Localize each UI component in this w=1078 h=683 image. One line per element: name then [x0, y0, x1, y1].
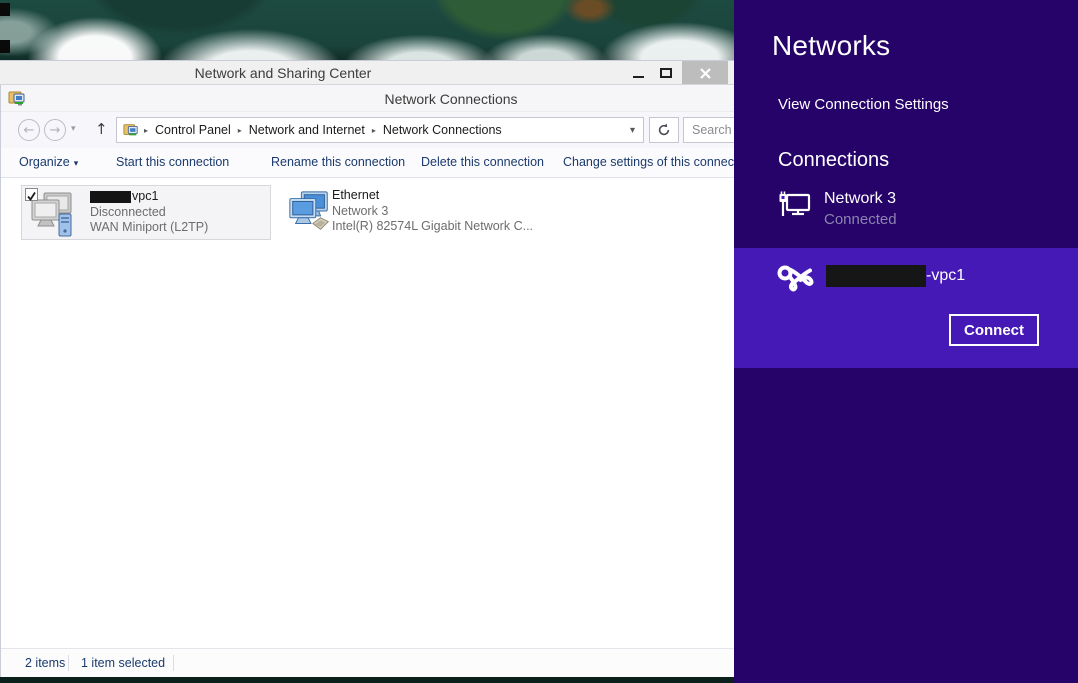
window-title: Network Connections	[384, 91, 517, 107]
breadcrumb-control-panel[interactable]: Control Panel	[153, 123, 233, 137]
minimize-icon	[633, 76, 644, 78]
wired-network-icon	[778, 190, 812, 222]
network-sharing-center-titlebar: Network and Sharing Center	[0, 60, 734, 85]
window-title: Network and Sharing Center	[195, 65, 372, 81]
connection-device: Intel(R) 82574L Gigabit Network C...	[332, 219, 533, 235]
address-location-icon	[123, 122, 139, 138]
vpn-name: -vpc1	[926, 267, 965, 285]
close-icon	[699, 67, 712, 80]
connect-button[interactable]: Connect	[949, 314, 1039, 346]
address-bar[interactable]: ▸ Control Panel ▸ Network and Internet ▸…	[116, 117, 644, 143]
ethernet-monitors-icon	[286, 188, 334, 236]
items-count: 2 items	[25, 656, 65, 670]
back-button[interactable]: ←	[18, 119, 40, 141]
status-divider	[68, 655, 69, 671]
network-connections-window: Network Connections ← → ▾ ↑ ▸ Control Pa…	[0, 85, 734, 677]
organize-button[interactable]: Organize▾	[19, 155, 78, 169]
address-dropdown-chevron-icon[interactable]: ▾	[630, 125, 635, 136]
search-box	[683, 117, 734, 143]
connection-device: WAN Miniport (L2TP)	[90, 220, 208, 236]
network-name: Network 3	[824, 190, 897, 208]
breadcrumb-network-and-internet[interactable]: Network and Internet	[247, 123, 367, 137]
rename-connection-button[interactable]: Rename this connection	[271, 155, 405, 169]
delete-connection-button[interactable]: Delete this connection	[421, 155, 544, 169]
check-icon	[26, 191, 37, 202]
network-connections-app-icon	[8, 89, 26, 107]
network-item-wired[interactable]: Network 3 Connected	[778, 190, 897, 228]
navigation-bar: ← → ▾ ↑ ▸ Control Panel ▸ Network and In…	[1, 112, 734, 148]
panel-title: Networks	[772, 30, 890, 62]
view-connection-settings-link[interactable]: View Connection Settings	[778, 96, 949, 113]
connection-status: Disconnected	[90, 205, 208, 221]
organize-chevron-icon: ▾	[74, 159, 79, 169]
redaction-mark	[90, 191, 131, 203]
breadcrumb-separator-icon: ▸	[367, 126, 381, 135]
item-checkbox[interactable]	[25, 188, 38, 201]
start-connection-button[interactable]: Start this connection	[116, 155, 229, 169]
forward-button[interactable]: →	[44, 119, 66, 141]
connection-item-vpn[interactable]: vpc1 Disconnected WAN Miniport (L2TP)	[21, 185, 271, 240]
redaction-mark	[0, 3, 10, 16]
command-toolbar: Organize▾ Start this connection Rename t…	[1, 148, 734, 178]
maximize-button[interactable]	[652, 61, 680, 85]
redaction-mark	[826, 265, 926, 287]
minimize-button[interactable]	[624, 61, 652, 85]
recent-pages-chevron-icon[interactable]: ▾	[71, 124, 76, 134]
network-item-vpn-selected[interactable]: -vpc1 Connect	[734, 248, 1078, 368]
networks-panel: Networks View Connection Settings Connec…	[734, 0, 1078, 683]
selected-count: 1 item selected	[81, 656, 165, 670]
up-button[interactable]: ↑	[95, 120, 108, 138]
connection-item-ethernet[interactable]: Ethernet Network 3 Intel(R) 82574L Gigab…	[284, 185, 564, 240]
network-connections-titlebar: Network Connections	[1, 85, 734, 112]
maximize-icon	[660, 68, 672, 78]
screen: Network and Sharing Center Network Conne…	[0, 0, 1078, 683]
breadcrumb-separator-icon: ▸	[139, 126, 153, 135]
status-divider	[173, 655, 174, 671]
breadcrumb-network-connections[interactable]: Network Connections	[381, 123, 504, 137]
redaction-mark	[0, 40, 10, 53]
change-settings-button[interactable]: Change settings of this connection	[563, 155, 734, 169]
connection-name: Ethernet	[332, 188, 533, 204]
refresh-button[interactable]	[649, 117, 679, 143]
connections-header: Connections	[778, 149, 889, 172]
connection-network: Network 3	[332, 204, 533, 220]
folder-content: vpc1 Disconnected WAN Miniport (L2TP)	[1, 178, 734, 648]
network-status: Connected	[824, 211, 897, 228]
forward-arrow-icon: →	[50, 123, 61, 138]
breadcrumb-separator-icon: ▸	[233, 126, 247, 135]
back-arrow-icon: ←	[24, 123, 35, 138]
vpn-icon	[776, 260, 816, 292]
search-input[interactable]	[684, 118, 734, 142]
status-bar: 2 items 1 item selected	[1, 648, 734, 677]
connection-name: vpc1	[90, 189, 208, 205]
close-button[interactable]	[682, 61, 728, 85]
refresh-icon	[657, 123, 671, 137]
